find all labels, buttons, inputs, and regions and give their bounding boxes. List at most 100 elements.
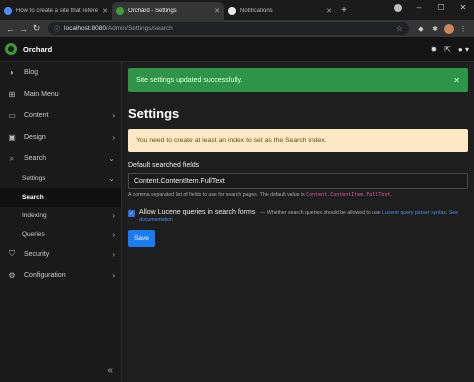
success-alert: Site settings updated successfully. ✕: [128, 68, 468, 92]
theme-toggle-icon[interactable]: ✹: [431, 45, 438, 54]
user-menu-icon[interactable]: ● ▾: [458, 45, 469, 54]
sidebar-item-label: Main Menu: [24, 90, 59, 98]
chevron-right-icon: ›: [112, 211, 115, 221]
shield-icon: ⛉: [9, 249, 15, 259]
browser-tab-1[interactable]: Orchard - Settings ✕: [112, 2, 224, 20]
forward-arrow-icon[interactable]: →: [17, 24, 30, 34]
sidebar-item-indexing[interactable]: Indexing ›: [0, 207, 121, 226]
sitemap-icon: ⊞: [8, 89, 16, 99]
sidebar-item-design[interactable]: ▣ Design ›: [0, 127, 121, 149]
sidebar-item-security[interactable]: ⛉ Security ›: [0, 244, 121, 266]
inbox-icon: ▭: [8, 111, 16, 121]
browser-tab-title: How to create a site that refere: [16, 8, 99, 14]
rss-icon: ◗: [9, 68, 15, 78]
close-tab-icon[interactable]: ✕: [102, 7, 108, 15]
new-tab-button[interactable]: +: [336, 2, 352, 20]
sidebar-item-blog[interactable]: ◗ Blog: [0, 62, 121, 84]
hint-code: Content.ContentItem.FullText: [306, 192, 391, 198]
lucene-checkbox[interactable]: ✓: [128, 210, 135, 217]
main-content: Site settings updated successfully. ✕ Se…: [122, 62, 474, 382]
url-path: /Admin/Settings/search: [105, 25, 173, 32]
sidebar-item-label: Search: [22, 193, 44, 201]
chevron-down-icon: ⌄: [108, 154, 115, 164]
avatar: [444, 23, 454, 34]
sidebar-item-label: Indexing: [22, 212, 47, 220]
browser-toolbar: ← → ↻ ⓘ localhost:8080 /Admin/Settings/s…: [0, 20, 474, 37]
hint-text: A comma separated list of fields to use …: [128, 192, 305, 198]
browser-tab-title: Orchard - Settings: [128, 8, 177, 14]
default-fields-input[interactable]: Content.ContentItem.FullText: [128, 173, 468, 189]
sidebar-item-label: Content: [24, 112, 49, 120]
default-fields-value: Content.ContentItem.FullText: [134, 177, 225, 185]
sidebar-item-label: Design: [24, 133, 46, 141]
browser-tab-title: Notifications: [240, 8, 273, 14]
lucene-desc-text: — Whether search queries should be allow…: [260, 210, 381, 216]
sidebar-item-settings[interactable]: Settings ⌄: [0, 170, 121, 189]
chevron-down-icon: ⌄: [108, 174, 115, 184]
fields-hint: A comma separated list of fields to use …: [128, 192, 468, 198]
close-window-icon[interactable]: ✕: [452, 0, 474, 16]
sidebar-item-content[interactable]: ▭ Content ›: [0, 105, 121, 127]
back-arrow-icon[interactable]: ←: [4, 24, 17, 34]
chevron-right-icon: ›: [112, 132, 115, 142]
reload-icon[interactable]: ↻: [30, 23, 43, 34]
fields-label: Default searched fields: [128, 162, 200, 169]
lucene-label[interactable]: Allow Lucene queries in search forms: [139, 209, 255, 216]
admin-sidebar: ◗ Blog ⊞ Main Menu ▭ Content › ▣ Design …: [0, 62, 122, 382]
warning-alert: You need to create at least an index to …: [128, 129, 468, 152]
sidebar-item-label: Blog: [24, 69, 39, 77]
chevron-right-icon: ›: [112, 271, 115, 281]
sidebar-item-label: Configuration: [24, 272, 66, 280]
close-tab-icon[interactable]: ✕: [326, 7, 332, 15]
sidebar-item-search[interactable]: ⌕ Search ⌄: [0, 148, 121, 170]
warning-message: You need to create at least an index to …: [136, 137, 327, 144]
chevron-right-icon: ›: [112, 249, 115, 259]
save-button[interactable]: Save: [128, 230, 155, 247]
sidebar-item-label: Security: [24, 250, 50, 258]
sidebar-item-main-menu[interactable]: ⊞ Main Menu: [0, 84, 121, 106]
browser-tab-2[interactable]: Notifications ✕: [224, 2, 336, 20]
sidebar-item-search-settings[interactable]: Search: [0, 188, 121, 207]
lucene-text: Allow Lucene queries in search forms — W…: [139, 209, 468, 223]
close-tab-icon[interactable]: ✕: [214, 7, 220, 15]
chevron-right-icon: ›: [112, 111, 115, 121]
github-icon: [228, 7, 236, 15]
sidebar-item-label: Queries: [22, 230, 45, 238]
lucene-syntax-link[interactable]: Lucene query parser syntax: [382, 210, 446, 216]
globe-icon: [4, 7, 12, 15]
brand-name[interactable]: Orchard: [23, 45, 52, 54]
sidebar-item-label: Search: [24, 155, 47, 163]
bookmark-star-icon[interactable]: ☆: [396, 24, 403, 33]
close-alert-icon[interactable]: ✕: [453, 76, 460, 85]
info-icon[interactable]: ⓘ: [54, 24, 60, 33]
collapse-sidebar-icon[interactable]: «: [107, 365, 113, 376]
success-message: Site settings updated successfully.: [136, 76, 243, 84]
orchard-favicon-icon: [116, 7, 124, 15]
address-bar[interactable]: ⓘ localhost:8080 /Admin/Settings/search …: [48, 22, 409, 35]
page-title: Settings: [128, 106, 180, 121]
hint-end: .: [390, 192, 392, 198]
external-link-icon[interactable]: ⇱: [444, 45, 451, 54]
orchard-logo-icon[interactable]: [5, 43, 17, 55]
maximize-icon[interactable]: ☐: [430, 0, 452, 16]
sidebar-item-label: Settings: [22, 175, 46, 183]
search-icon: ⌕: [9, 153, 15, 163]
monitor-icon: ▣: [8, 132, 16, 142]
extension-icon[interactable]: ◆: [414, 24, 428, 34]
lucene-option: ✓ Allow Lucene queries in search forms —…: [128, 209, 468, 223]
app-header: Orchard ✹ ⇱ ● ▾: [0, 37, 474, 62]
window-controls: – ☐ ✕: [408, 0, 474, 16]
tab-strip: How to create a site that refere ✕ Orcha…: [0, 0, 474, 20]
tab-search-icon[interactable]: [394, 4, 402, 12]
sidebar-item-queries[interactable]: Queries ›: [0, 225, 121, 244]
sidebar-item-configuration[interactable]: ⚙ Configuration ›: [0, 265, 121, 287]
browser-window: How to create a site that refere ✕ Orcha…: [0, 0, 474, 382]
puzzle-icon[interactable]: ✱: [428, 24, 442, 34]
browser-menu-icon[interactable]: ⋮: [456, 24, 470, 34]
url-host: localhost:8080: [64, 25, 106, 32]
chevron-right-icon: ›: [112, 229, 115, 239]
profile-avatar[interactable]: [442, 23, 456, 34]
minimize-icon[interactable]: –: [408, 0, 430, 16]
browser-tab-0[interactable]: How to create a site that refere ✕: [0, 2, 112, 20]
gear-icon: ⚙: [8, 271, 16, 281]
